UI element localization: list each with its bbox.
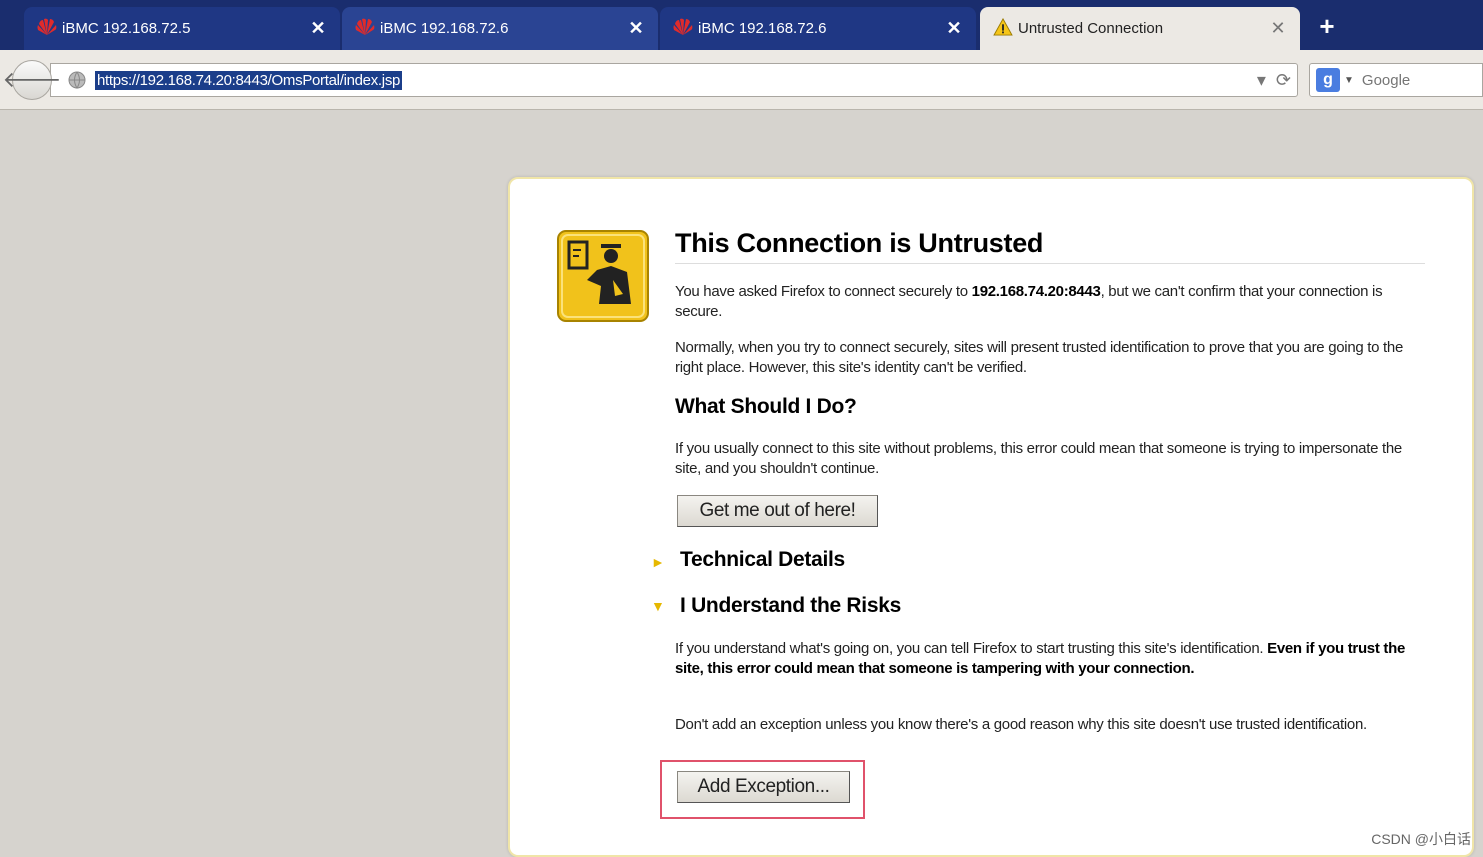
intro-text: You have asked Firefox to connect secure… [675,283,1383,320]
url-bar[interactable]: https://192.168.74.20:8443/OmsPortal/ind… [50,63,1298,97]
tab-strip: iBMC 192.168.72.5 ✕ iBMC 192.168.72.6 ✕ … [0,0,1483,50]
warning-icon [993,18,1013,36]
search-input[interactable] [1361,71,1472,89]
google-engine-icon[interactable]: g [1316,68,1340,92]
globe-icon [68,71,86,89]
close-tab-icon[interactable]: ✕ [1268,18,1288,39]
tab-ibmc-72-6-a[interactable]: iBMC 192.168.72.6 ✕ [342,7,658,50]
understand-risks-toggle[interactable]: I Understand the Risks [680,594,901,618]
tab-untrusted-connection[interactable]: Untrusted Connection ✕ [980,7,1300,50]
dont-add-exception-text: Don't add an exception unless you know t… [675,716,1367,733]
url-history-dropdown-icon[interactable]: ▾ [1257,70,1266,91]
what-should-i-do-text: If you usually connect to this site with… [675,440,1402,477]
search-bar[interactable]: g ▼ [1309,63,1483,97]
back-arrow-icon: 🡐 [2,67,62,92]
what-should-i-do-heading: What Should I Do? [675,395,857,418]
normally-text: Normally, when you try to connect secure… [675,339,1403,376]
close-tab-icon[interactable]: ✕ [944,18,964,39]
page-title: This Connection is Untrusted [675,228,1425,264]
security-officer-icon [557,230,649,322]
expanded-triangle-icon[interactable]: ▼ [651,598,665,614]
collapsed-triangle-icon[interactable]: ► [651,554,665,570]
tab-title: Untrusted Connection [1018,20,1164,37]
add-exception-button[interactable]: Add Exception... [677,771,850,803]
watermark: CSDN @小白话 [1371,831,1471,847]
tab-title: iBMC 192.168.72.6 [698,20,827,37]
new-tab-button[interactable]: + [1313,12,1341,40]
technical-details-toggle[interactable]: Technical Details [680,548,845,572]
huawei-logo-icon [673,18,693,35]
back-button[interactable]: 🡐 [3,60,62,100]
close-tab-icon[interactable]: ✕ [308,18,328,39]
navigation-bar: https://192.168.74.20:8443/OmsPortal/ind… [0,50,1483,110]
risks-text: If you understand what's going on, you c… [675,640,1406,677]
huawei-logo-icon [37,18,57,35]
huawei-logo-icon [355,18,375,35]
tab-title: iBMC 192.168.72.6 [380,20,509,37]
tab-ibmc-72-6-b[interactable]: iBMC 192.168.72.6 ✕ [660,7,976,50]
url-text[interactable]: https://192.168.74.20:8443/OmsPortal/ind… [95,70,403,90]
tab-ibmc-72-5[interactable]: iBMC 192.168.72.5 ✕ [24,7,340,50]
engine-caret-icon[interactable]: ▼ [1344,75,1354,86]
get-me-out-button[interactable]: Get me out of here! [677,495,878,527]
tab-title: iBMC 192.168.72.5 [62,20,191,37]
error-page-box [508,177,1474,857]
reload-icon[interactable]: ⟳ [1276,70,1291,91]
close-tab-icon[interactable]: ✕ [626,18,646,39]
host-address: 192.168.74.20:8443 [971,283,1101,300]
